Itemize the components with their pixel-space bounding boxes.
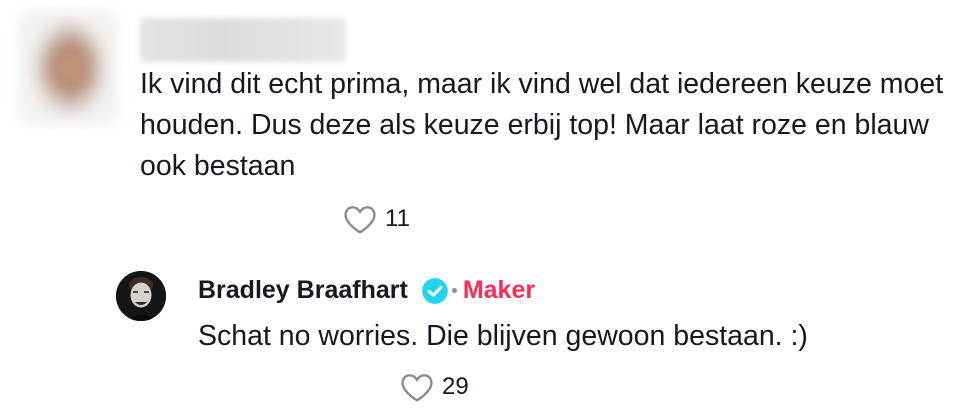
verified-badge-icon [421, 277, 448, 304]
reply-text: Schat no worries. Die blijven gewoon bes… [198, 320, 808, 352]
commenter-username-blurred[interactable] [140, 18, 346, 62]
separator-dot [451, 288, 457, 293]
heart-outline-icon[interactable] [398, 368, 436, 406]
comment-text: Ik vind dit echt prima, maar ik vind wel… [140, 68, 944, 182]
comment-like-button[interactable]: 11 [341, 200, 410, 238]
reply-like-button[interactable]: 29 [398, 368, 469, 406]
comment-like-count: 11 [385, 205, 410, 232]
reply-header: Bradley Braafhart Maker [198, 276, 535, 305]
heart-outline-icon[interactable] [341, 200, 379, 238]
maker-badge: Maker [462, 276, 536, 304]
commenter-avatar-blurred[interactable] [18, 10, 118, 125]
reply-author-avatar[interactable] [116, 271, 166, 321]
avatar-portrait [116, 271, 166, 321]
reply-author-name[interactable]: Bradley Braafhart [198, 276, 408, 305]
reply-like-count: 29 [442, 373, 469, 400]
